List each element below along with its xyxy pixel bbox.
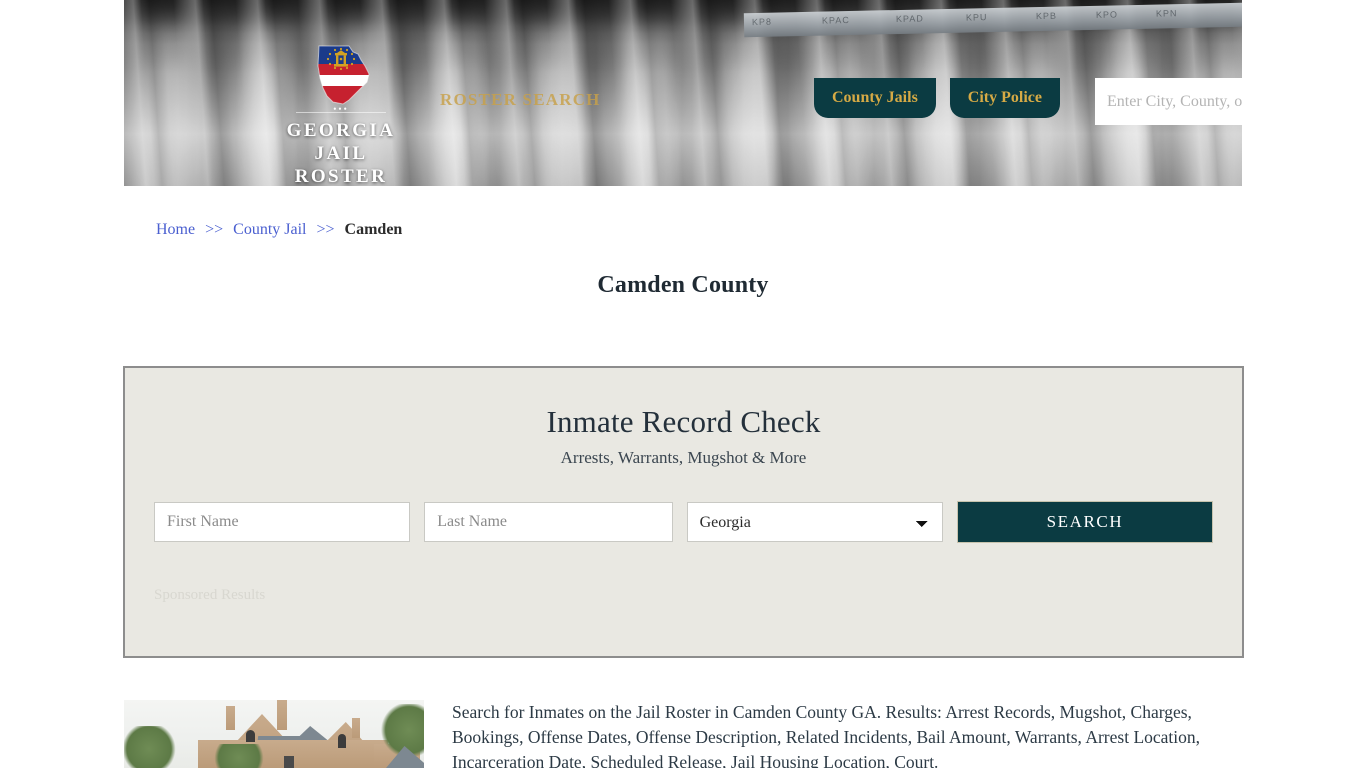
site-logo[interactable]: GEORGIA JAIL ROSTER <box>278 44 404 186</box>
page-description: Search for Inmates on the Jail Roster in… <box>452 702 1201 768</box>
site-header: KP8 KPAC KPAD KPU KPB KPO KPN ••• GEORGI… <box>124 0 1242 186</box>
inmate-search-button[interactable]: SEARCH <box>956 501 1213 543</box>
panel-title: Inmate Record Check <box>546 404 821 439</box>
panel-subtitle: Arrests, Warrants, Mugshot & More <box>560 448 807 467</box>
inmate-search-form: Georgia SEARCH <box>154 501 1213 543</box>
georgia-state-flag-icon <box>309 44 373 106</box>
nav-county-jails[interactable]: County Jails <box>814 78 936 118</box>
header-tagline: ROSTER SEARCH <box>440 90 601 109</box>
breadcrumb-separator-1: >> <box>205 221 224 238</box>
first-name-input[interactable] <box>154 502 411 542</box>
breadcrumb-item-camden: Camden <box>344 221 403 238</box>
header-search <box>1095 78 1242 125</box>
state-select[interactable]: Georgia <box>686 502 943 542</box>
logo-divider <box>296 112 386 113</box>
breadcrumb: Home >> County Jail >> Camden <box>156 221 402 239</box>
logo-line-1: GEORGIA <box>286 120 396 141</box>
inmate-record-check-panel: Inmate Record Check Arrests, Warrants, M… <box>123 366 1244 658</box>
sponsored-results-label: Sponsored Results <box>154 587 266 603</box>
last-name-input[interactable] <box>424 502 673 542</box>
nav-city-police[interactable]: City Police <box>949 78 1060 118</box>
primary-nav: County Jails City Police <box>814 0 1060 118</box>
logo-line-2: JAIL ROSTER <box>294 143 388 186</box>
breadcrumb-item-home[interactable]: Home <box>156 221 195 238</box>
jail-building-photo <box>124 700 424 768</box>
breadcrumb-separator-2: >> <box>316 221 335 238</box>
header-search-input[interactable] <box>1095 78 1242 125</box>
page-title: Camden County <box>597 272 769 298</box>
page-root: KP8 KPAC KPAD KPU KPB KPO KPN ••• GEORGI… <box>0 0 1366 768</box>
page-content: Search for Inmates on the Jail Roster in… <box>124 700 1242 768</box>
breadcrumb-item-county-jail[interactable]: County Jail <box>233 221 306 238</box>
